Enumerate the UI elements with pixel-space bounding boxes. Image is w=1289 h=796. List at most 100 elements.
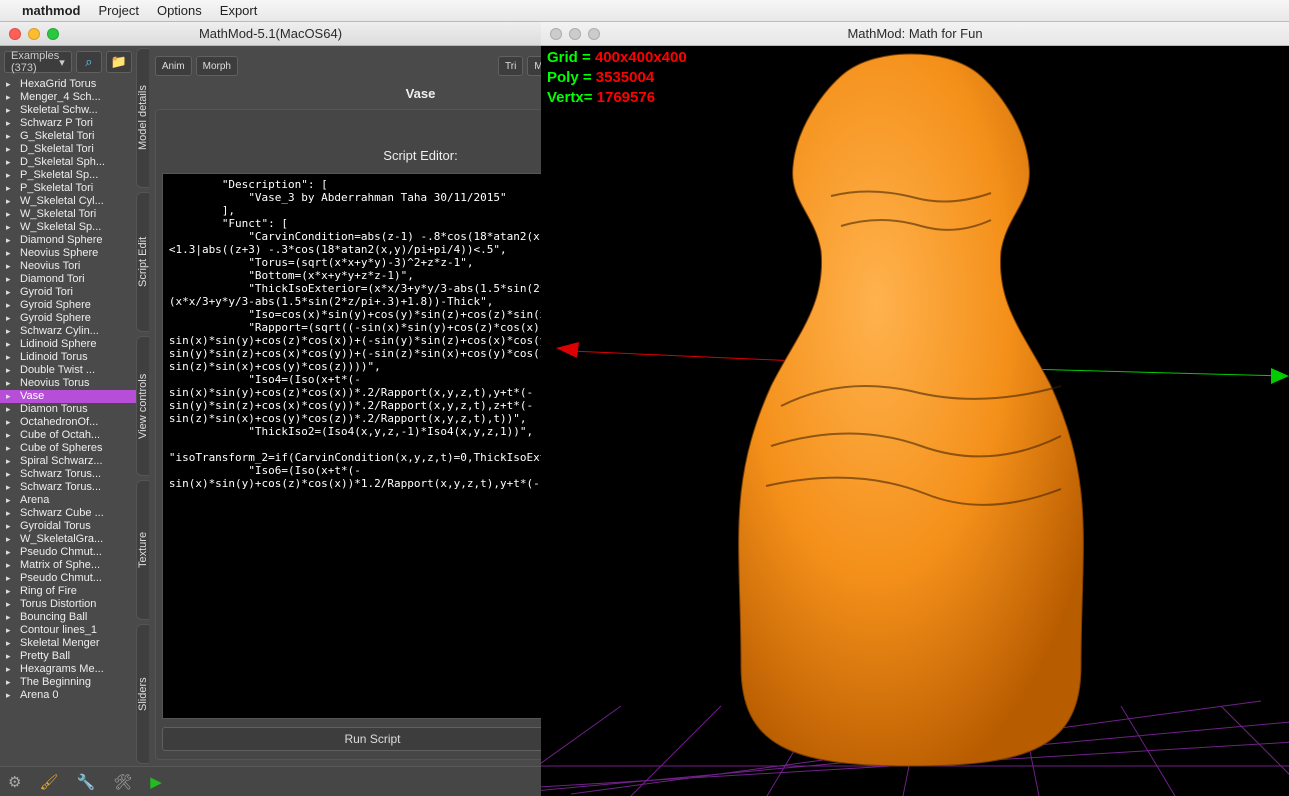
tree-item[interactable]: Lidinoid Sphere xyxy=(0,338,136,351)
run-script-button[interactable]: Run Script xyxy=(162,727,541,751)
tree-item[interactable]: Ring of Fire xyxy=(0,585,136,598)
tree-item[interactable]: W_Skeletal Cyl... xyxy=(0,195,136,208)
stat-vertx-label: Vertx= xyxy=(547,89,592,106)
tree-item[interactable]: Spiral Schwarz... xyxy=(0,455,136,468)
tree-item[interactable]: Cube of Octah... xyxy=(0,429,136,442)
zoom-icon[interactable] xyxy=(47,28,59,40)
close-icon[interactable] xyxy=(9,28,21,40)
folder-icon[interactable]: 📁 xyxy=(106,51,132,73)
tree-item[interactable]: Matrix of Sphe... xyxy=(0,559,136,572)
tree-item[interactable]: D_Skeletal Sph... xyxy=(0,156,136,169)
bottom-toolbar: ⚙ 🖌 🔧 🛠 ▶ xyxy=(0,766,541,796)
zoom-icon[interactable] xyxy=(588,28,600,40)
tree-item[interactable]: Lidinoid Torus xyxy=(0,351,136,364)
tree-item[interactable]: Double Twist ... xyxy=(0,364,136,377)
wrench-icon[interactable]: 🔧 xyxy=(77,773,96,791)
tree-item[interactable]: Arena 0 xyxy=(0,689,136,702)
tree-item[interactable]: Schwarz Torus... xyxy=(0,481,136,494)
tree-item[interactable]: Gyroid Tori xyxy=(0,286,136,299)
tree-item[interactable]: P_Skeletal Sp... xyxy=(0,169,136,182)
script-editor-title: Script Editor: xyxy=(162,118,541,173)
menu-project[interactable]: Project xyxy=(99,3,139,18)
tree-item[interactable]: Gyroidal Torus xyxy=(0,520,136,533)
tree-item[interactable]: Gyroid Sphere xyxy=(0,312,136,325)
side-tabs: Model details Script Edit View controls … xyxy=(136,46,149,766)
chevron-down-icon: ▾ xyxy=(59,56,65,69)
tree-item[interactable]: Contour lines_1 xyxy=(0,624,136,637)
examples-sidebar: Examples (373) ▾ ⌕ 📁 HexaGrid TorusMenge… xyxy=(0,46,136,766)
tree-item[interactable]: Neovius Tori xyxy=(0,260,136,273)
render-stats: Grid = 400x400x400 Poly = 3535004 Vertx=… xyxy=(547,48,687,108)
tree-item[interactable]: W_Skeletal Tori xyxy=(0,208,136,221)
tree-item[interactable]: Pseudo Chmut... xyxy=(0,572,136,585)
viewer-title: MathMod: Math for Fun xyxy=(541,26,1289,41)
editor-title: MathMod-5.1(MacOS64) xyxy=(0,26,541,41)
editor-titlebar: MathMod-5.1(MacOS64) xyxy=(0,22,541,46)
examples-combo-label: Examples (373) xyxy=(11,50,59,74)
tree-item[interactable]: P_Skeletal Tori xyxy=(0,182,136,195)
stat-poly-label: Poly = xyxy=(547,69,592,86)
stat-poly-value: 3535004 xyxy=(596,69,654,86)
tree-item[interactable]: Torus Distortion xyxy=(0,598,136,611)
tree-item[interactable]: Menger_4 Sch... xyxy=(0,91,136,104)
tree-item[interactable]: Schwarz P Tori xyxy=(0,117,136,130)
stat-grid-value: 400x400x400 xyxy=(595,49,687,66)
examples-combo[interactable]: Examples (373) ▾ xyxy=(4,51,72,73)
tree-item[interactable]: Schwarz Torus... xyxy=(0,468,136,481)
minimize-icon[interactable] xyxy=(28,28,40,40)
tree-item[interactable]: Hexagrams Me... xyxy=(0,663,136,676)
tree-item[interactable]: Schwarz Cylin... xyxy=(0,325,136,338)
tree-item[interactable]: G_Skeletal Tori xyxy=(0,130,136,143)
script-panel: Script Editor: "Description": [ "Vase_3 … xyxy=(155,109,541,760)
tri-button[interactable]: Tri xyxy=(498,56,523,76)
morph-button[interactable]: Morph xyxy=(196,56,238,76)
main-panel: Anim Morph Tri Msh Fil Nor Inf smt Vase … xyxy=(149,46,541,766)
examples-tree[interactable]: HexaGrid TorusMenger_4 Sch...Skeletal Sc… xyxy=(0,78,136,766)
tree-item[interactable]: Cube of Spheres xyxy=(0,442,136,455)
tab-view-controls[interactable]: View controls xyxy=(136,336,149,476)
viewport-3d[interactable]: Grid = 400x400x400 Poly = 3535004 Vertx=… xyxy=(541,46,1289,796)
brush-icon[interactable]: 🖌 xyxy=(39,773,58,791)
minimize-icon[interactable] xyxy=(569,28,581,40)
tree-item[interactable]: Gyroid Sphere xyxy=(0,299,136,312)
tree-item[interactable]: W_Skeletal Sp... xyxy=(0,221,136,234)
script-editor[interactable]: "Description": [ "Vase_3 by Abderrahman … xyxy=(162,173,541,719)
tree-item[interactable]: W_SkeletalGra... xyxy=(0,533,136,546)
tree-item[interactable]: Diamond Tori xyxy=(0,273,136,286)
stat-grid-label: Grid = xyxy=(547,49,591,66)
menu-options[interactable]: Options xyxy=(157,3,202,18)
close-icon[interactable] xyxy=(550,28,562,40)
tab-script-edit[interactable]: Script Edit xyxy=(136,192,149,332)
tab-sliders[interactable]: Sliders xyxy=(136,624,149,764)
msh-button[interactable]: Msh xyxy=(527,56,541,76)
play-icon[interactable]: ▶ xyxy=(150,773,162,791)
tree-item[interactable]: Neovius Sphere xyxy=(0,247,136,260)
search-icon[interactable]: ⌕ xyxy=(76,51,102,73)
tree-item[interactable]: Neovius Torus xyxy=(0,377,136,390)
tree-item[interactable]: Diamon Torus xyxy=(0,403,136,416)
menu-app[interactable]: mathmod xyxy=(22,3,81,18)
anim-button[interactable]: Anim xyxy=(155,56,192,76)
tree-item[interactable]: Pretty Ball xyxy=(0,650,136,663)
scene-svg xyxy=(541,46,1289,796)
tool-icon[interactable]: 🛠 xyxy=(113,773,132,791)
options-icon[interactable]: ⚙ xyxy=(8,773,21,791)
tree-item[interactable]: Skeletal Schw... xyxy=(0,104,136,117)
tree-item[interactable]: D_Skeletal Tori xyxy=(0,143,136,156)
tree-item[interactable]: Bouncing Ball xyxy=(0,611,136,624)
tree-item[interactable]: Arena xyxy=(0,494,136,507)
tree-item[interactable]: Diamond Sphere xyxy=(0,234,136,247)
tab-texture[interactable]: Texture xyxy=(136,480,149,620)
menu-export[interactable]: Export xyxy=(220,3,258,18)
stat-vertx-value: 1769576 xyxy=(597,89,655,106)
tree-item[interactable]: Pseudo Chmut... xyxy=(0,546,136,559)
tree-item[interactable]: HexaGrid Torus xyxy=(0,78,136,91)
tab-model-details[interactable]: Model details xyxy=(136,48,149,188)
tree-item[interactable]: Vase xyxy=(0,390,136,403)
tree-item[interactable]: Skeletal Menger xyxy=(0,637,136,650)
viewer-window: MathMod: Math for Fun xyxy=(541,22,1289,796)
tree-item[interactable]: OctahedronOf... xyxy=(0,416,136,429)
tree-item[interactable]: Schwarz Cube ... xyxy=(0,507,136,520)
tree-item[interactable]: The Beginning xyxy=(0,676,136,689)
model-title: Vase xyxy=(155,80,541,109)
